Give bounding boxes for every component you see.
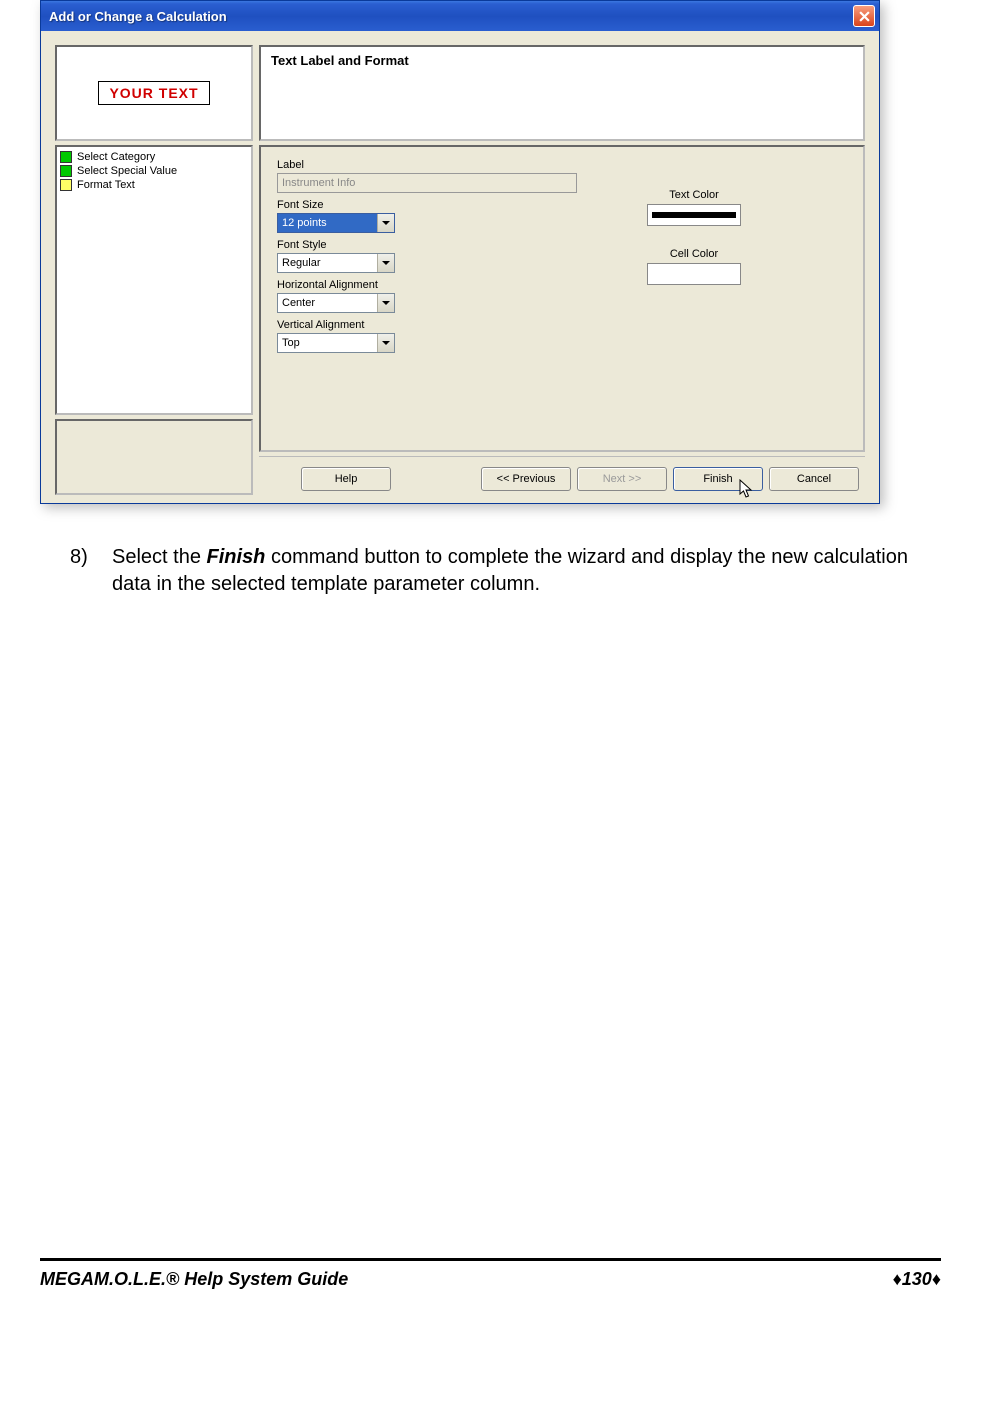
description-box xyxy=(55,419,253,495)
fontstyle-combo[interactable]: Regular xyxy=(277,253,395,273)
step-label: Format Text xyxy=(77,179,135,191)
status-square-icon xyxy=(60,165,72,177)
dialog-window: Add or Change a Calculation YOUR TEXT xyxy=(40,0,880,504)
chevron-down-icon[interactable] xyxy=(377,294,394,312)
step-item-select-category[interactable]: Select Category xyxy=(60,150,248,164)
halign-combo[interactable]: Center xyxy=(277,293,395,313)
fontsize-value: 12 points xyxy=(278,214,377,232)
finish-button[interactable]: Finish xyxy=(673,467,763,491)
button-row: Help << Previous Next >> Finish Cancel xyxy=(259,456,865,495)
help-button[interactable]: Help xyxy=(301,467,391,491)
next-button: Next >> xyxy=(577,467,667,491)
instruction-number: 8) xyxy=(70,544,98,598)
close-button[interactable] xyxy=(853,5,875,27)
textcolor-well[interactable] xyxy=(647,204,741,226)
step-label: Select Category xyxy=(77,151,155,163)
previous-button[interactable]: << Previous xyxy=(481,467,571,491)
step-item-format-text[interactable]: Format Text xyxy=(60,178,248,192)
titlebar: Add or Change a Calculation xyxy=(41,1,879,31)
fontstyle-value: Regular xyxy=(278,254,377,272)
preview-text: YOUR TEXT xyxy=(98,81,209,105)
close-icon xyxy=(859,11,870,22)
page-footer: MEGAM.O.L.E.® Help System Guide ♦130♦ xyxy=(40,1258,941,1308)
valign-value: Top xyxy=(278,334,377,352)
instruction-step: 8) Select the Finish command button to c… xyxy=(40,544,941,598)
chevron-down-icon[interactable] xyxy=(377,214,394,232)
chevron-down-icon[interactable] xyxy=(377,254,394,272)
chevron-down-icon[interactable] xyxy=(377,334,394,352)
footer-title: MEGAM.O.L.E.® Help System Guide xyxy=(40,1269,348,1290)
valign-combo[interactable]: Top xyxy=(277,333,395,353)
halign-value: Center xyxy=(278,294,377,312)
fontsize-caption: Font Size xyxy=(277,199,587,211)
instruction-text: Select the Finish command button to comp… xyxy=(112,544,931,598)
preview-box: YOUR TEXT xyxy=(55,45,253,141)
step-item-select-special-value[interactable]: Select Special Value xyxy=(60,164,248,178)
label-caption: Label xyxy=(277,159,587,171)
form-area: Label Instrument Info Font Size 12 point… xyxy=(259,145,865,452)
label-input[interactable]: Instrument Info xyxy=(277,173,577,193)
step-label: Select Special Value xyxy=(77,165,177,177)
cellcolor-well[interactable] xyxy=(647,263,741,285)
cancel-button[interactable]: Cancel xyxy=(769,467,859,491)
cellcolor-caption: Cell Color xyxy=(647,248,741,260)
halign-caption: Horizontal Alignment xyxy=(277,279,587,291)
status-square-icon xyxy=(60,151,72,163)
footer-page: ♦130♦ xyxy=(893,1269,941,1290)
textcolor-caption: Text Color xyxy=(647,189,741,201)
status-square-icon xyxy=(60,179,72,191)
step-list: Select Category Select Special Value For… xyxy=(55,145,253,415)
valign-caption: Vertical Alignment xyxy=(277,319,587,331)
dialog-title: Add or Change a Calculation xyxy=(49,9,227,24)
section-header-box: Text Label and Format xyxy=(259,45,865,141)
section-header: Text Label and Format xyxy=(271,53,409,68)
fontstyle-caption: Font Style xyxy=(277,239,587,251)
fontsize-combo[interactable]: 12 points xyxy=(277,213,395,233)
